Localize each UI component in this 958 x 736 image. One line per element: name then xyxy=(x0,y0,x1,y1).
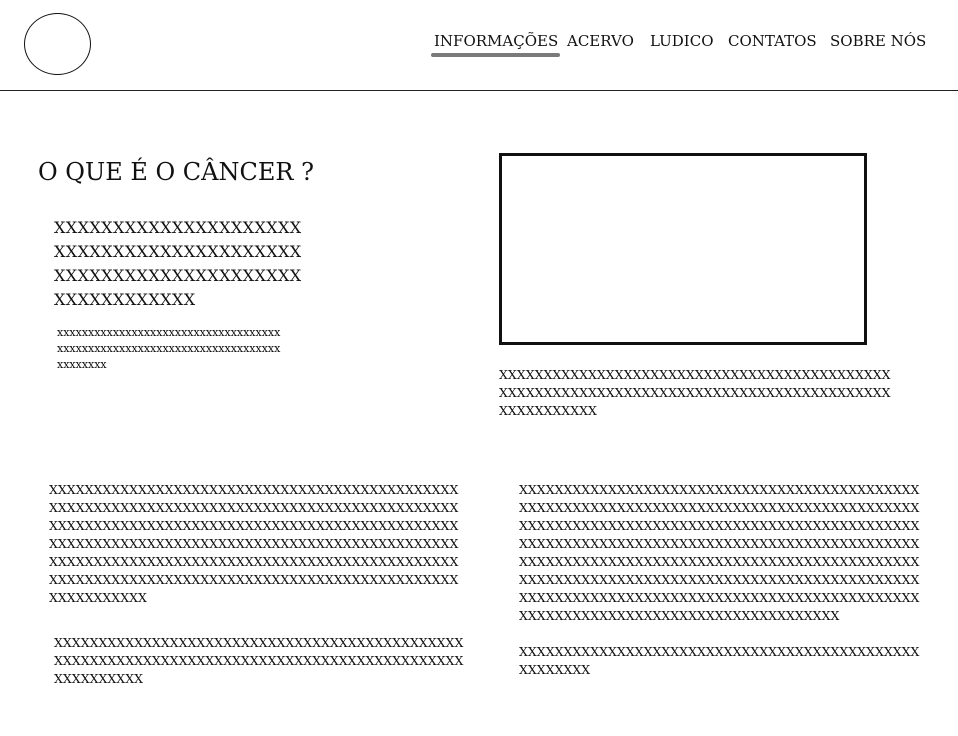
paragraph-line: XXXXXXXXXXXXXXXXXXXXXXXXXXXXXXXXXXXXXXXX… xyxy=(49,518,459,533)
paragraph-line: XXXXXXXXXXXXXXXXXXXXXXXXXXXXXXXXXXXXXXXX… xyxy=(54,653,464,668)
small-line: xxxxxxxxxxxxxxxxxxxxxxxxxxxxxxxxxxxx xyxy=(57,342,281,355)
paragraph-line: XXXXXXXXXXXXXXXXXXXXXXXXXXXXXXXXXXXXXXXX… xyxy=(519,500,920,515)
caption-line: XXXXXXXXXXXXXXXXXXXXXXXXXXXXXXXXXXXXXXXX… xyxy=(499,385,891,400)
small-line: xxxxxxxx xyxy=(57,358,107,371)
paragraph-line: XXXXXXXXXXXXXXXXXXXXXXXXXXXXXXXXXXXXXXXX… xyxy=(519,554,920,569)
paragraph-line: XXXXXXXXXXXXXXXXXXXXXXXXXXXXXXXXXXXXXXXX… xyxy=(519,536,920,551)
paragraph-line: XXXXXXXXXXX xyxy=(49,590,147,605)
image-caption: XXXXXXXXXXXXXXXXXXXXXXXXXXXXXXXXXXXXXXXX… xyxy=(499,366,899,420)
page-title: O QUE É O CÂNCER ? xyxy=(38,158,314,186)
small-line: xxxxxxxxxxxxxxxxxxxxxxxxxxxxxxxxxxxx xyxy=(57,326,281,339)
paragraph-line: XXXXXXXXXXXXXXXXXXXXXXXXXXXXXXXXXXXXXXXX… xyxy=(519,572,920,587)
nav-item-sobre-nos[interactable]: SOBRE NÓS xyxy=(830,31,926,51)
paragraph-line: XXXXXXXXXXXXXXXXXXXXXXXXXXXXXXXXXXXXXXXX… xyxy=(519,644,920,659)
nav-item-informacoes[interactable]: INFORMAÇÕES xyxy=(430,31,561,57)
main-nav: INFORMAÇÕES ACERVO LUDICO CONTATOS SOBRE… xyxy=(0,31,958,61)
paragraph-line: XXXXXXXXXX xyxy=(54,671,143,686)
lead-line: XXXXXXXXXXXXXXXXXXXXX xyxy=(54,242,302,261)
paragraph-line: XXXXXXXXXXXXXXXXXXXXXXXXXXXXXXXXXXXXXXXX… xyxy=(49,554,459,569)
paragraph-line: XXXXXXXXXXXXXXXXXXXXXXXXXXXXXXXXXXXXXXXX… xyxy=(54,635,464,650)
nav-item-acervo[interactable]: ACERVO xyxy=(567,31,634,51)
header-divider xyxy=(0,90,958,91)
paragraph-line: XXXXXXXXXXXXXXXXXXXXXXXXXXXXXXXXXXXXXXXX… xyxy=(49,500,459,515)
paragraph-1: XXXXXXXXXXXXXXXXXXXXXXXXXXXXXXXXXXXXXXXX… xyxy=(49,481,479,607)
paragraph-line: XXXXXXXXXXXXXXXXXXXXXXXXXXXXXXXXXXXXXXXX… xyxy=(49,572,459,587)
paragraph-2: XXXXXXXXXXXXXXXXXXXXXXXXXXXXXXXXXXXXXXXX… xyxy=(54,634,484,688)
caption-line: XXXXXXXXXXXXXXXXXXXXXXXXXXXXXXXXXXXXXXXX… xyxy=(499,367,891,382)
paragraph-4: XXXXXXXXXXXXXXXXXXXXXXXXXXXXXXXXXXXXXXXX… xyxy=(519,643,937,679)
paragraph-line: XXXXXXXXXXXXXXXXXXXXXXXXXXXXXXXXXXXXXXXX… xyxy=(519,482,920,497)
paragraph-line: XXXXXXXXXXXXXXXXXXXXXXXXXXXXXXXXXXXXXXXX… xyxy=(49,482,459,497)
paragraph-3: XXXXXXXXXXXXXXXXXXXXXXXXXXXXXXXXXXXXXXXX… xyxy=(519,481,937,625)
lead-line: XXXXXXXXXXXXXXXXXXXXX xyxy=(54,218,302,237)
lead-line: XXXXXXXXXXXX xyxy=(54,290,196,309)
image-placeholder xyxy=(499,153,867,345)
lead-line: XXXXXXXXXXXXXXXXXXXXX xyxy=(54,266,302,285)
small-text: xxxxxxxxxxxxxxxxxxxxxxxxxxxxxxxxxxxx xxx… xyxy=(57,325,327,373)
paragraph-line: XXXXXXXXXXXXXXXXXXXXXXXXXXXXXXXXXXXXXXXX… xyxy=(519,590,920,605)
paragraph-line: XXXXXXXXXXXXXXXXXXXXXXXXXXXXXXXXXXXX xyxy=(519,608,840,623)
caption-line: XXXXXXXXXXX xyxy=(499,403,597,418)
paragraph-line: XXXXXXXXXXXXXXXXXXXXXXXXXXXXXXXXXXXXXXXX… xyxy=(519,518,920,533)
nav-item-contatos[interactable]: CONTATOS xyxy=(728,31,817,51)
lead-text: XXXXXXXXXXXXXXXXXXXXX XXXXXXXXXXXXXXXXXX… xyxy=(54,216,354,312)
nav-item-ludico[interactable]: LUDICO xyxy=(650,31,714,51)
paragraph-line: XXXXXXXX xyxy=(519,662,591,677)
paragraph-line: XXXXXXXXXXXXXXXXXXXXXXXXXXXXXXXXXXXXXXXX… xyxy=(49,536,459,551)
